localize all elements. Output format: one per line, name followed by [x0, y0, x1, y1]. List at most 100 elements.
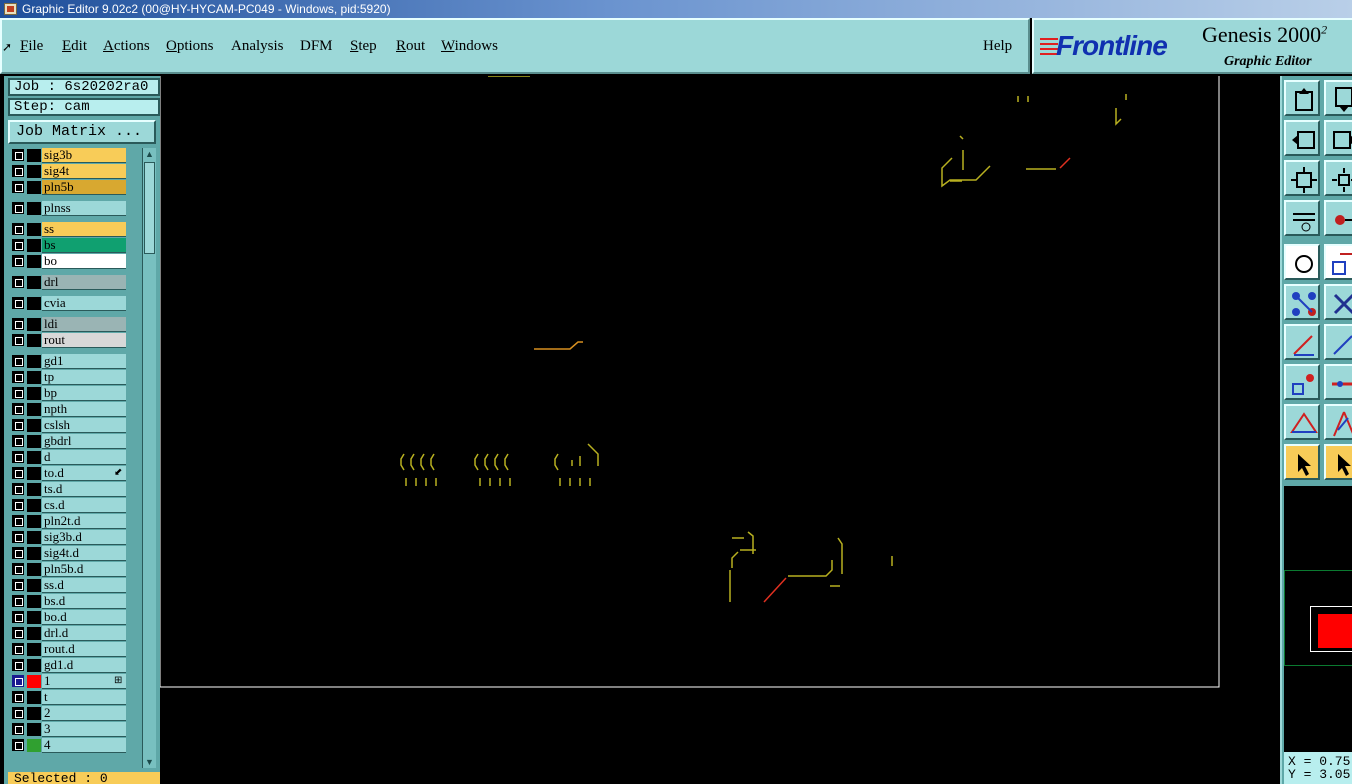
layer-name[interactable]: npth	[42, 402, 126, 417]
move-left-button[interactable]	[1284, 120, 1320, 156]
layer-checkbox[interactable]	[12, 515, 24, 527]
layer-checkbox[interactable]	[12, 387, 24, 399]
layer-row[interactable]: pln5b.d	[10, 562, 132, 577]
layer-row[interactable]: rout.d	[10, 642, 132, 657]
layer-checkbox[interactable]	[12, 181, 24, 193]
layer-name[interactable]: 3	[42, 722, 126, 737]
menu-edit[interactable]: Edit	[62, 38, 87, 55]
layer-checkbox[interactable]	[12, 223, 24, 235]
layer-row[interactable]: gbdrl	[10, 434, 132, 449]
layer-row[interactable]: bp	[10, 386, 132, 401]
layer-row[interactable]: ldi	[10, 317, 132, 332]
pad-select-button[interactable]	[1284, 244, 1320, 280]
triangle-arrow-button[interactable]	[1324, 404, 1352, 440]
layer-name[interactable]: drl	[42, 275, 126, 290]
graphic-canvas[interactable]	[160, 76, 1280, 784]
layer-row[interactable]: bs.d	[10, 594, 132, 609]
layer-row[interactable]: sig3b.d	[10, 530, 132, 545]
layer-name[interactable]: pln5b.d	[42, 562, 126, 577]
measure-button[interactable]	[1284, 200, 1320, 236]
triangle-button[interactable]	[1284, 404, 1320, 440]
menu-options[interactable]: Options	[166, 38, 214, 55]
layer-name[interactable]: pln2t.d	[42, 514, 126, 529]
layer-checkbox[interactable]	[12, 627, 24, 639]
layer-checkbox[interactable]	[12, 355, 24, 367]
layer-row[interactable]: ts.d	[10, 482, 132, 497]
layer-checkbox[interactable]	[12, 691, 24, 703]
move-right-button[interactable]	[1324, 120, 1352, 156]
line-red-button[interactable]	[1284, 324, 1320, 360]
layer-name[interactable]: gbdrl	[42, 434, 126, 449]
select-cursor-active-button[interactable]	[1324, 444, 1352, 480]
layer-checkbox[interactable]	[12, 239, 24, 251]
menu-dfm[interactable]: DFM	[300, 38, 333, 55]
layer-checkbox[interactable]	[12, 202, 24, 214]
layer-row[interactable]: npth	[10, 402, 132, 417]
layer-checkbox[interactable]	[12, 371, 24, 383]
layer-row[interactable]: 2	[10, 706, 132, 721]
layer-row[interactable]: tp	[10, 370, 132, 385]
select-cursor-button[interactable]	[1284, 444, 1320, 480]
layer-name[interactable]: bs	[42, 238, 126, 253]
scroll-down-icon[interactable]: ▼	[144, 756, 155, 768]
layer-row[interactable]: sig4t	[10, 164, 132, 179]
layer-name[interactable]: cvia	[42, 296, 126, 311]
layer-name[interactable]: plnss	[42, 201, 126, 216]
layer-name[interactable]: gd1	[42, 354, 126, 369]
arrow-line-button[interactable]	[1324, 364, 1352, 400]
layer-checkbox[interactable]	[12, 297, 24, 309]
zoom-fit-button[interactable]	[1324, 160, 1352, 196]
layer-row[interactable]: bo	[10, 254, 132, 269]
layer-row[interactable]: 4	[10, 738, 132, 753]
layer-name[interactable]: bp	[42, 386, 126, 401]
layer-name[interactable]: d	[42, 450, 126, 465]
layer-row[interactable]: rout	[10, 333, 132, 348]
scrollbar-thumb[interactable]	[144, 162, 155, 254]
move-down-button[interactable]	[1324, 80, 1352, 116]
layer-name[interactable]: gd1.d	[42, 658, 126, 673]
layer-row[interactable]: gd1.d	[10, 658, 132, 673]
layer-checkbox[interactable]	[12, 419, 24, 431]
layer-checkbox[interactable]	[12, 334, 24, 346]
layer-checkbox[interactable]	[12, 579, 24, 591]
layer-checkbox[interactable]	[12, 563, 24, 575]
layer-row[interactable]: gd1	[10, 354, 132, 369]
layer-checkbox[interactable]	[12, 611, 24, 623]
layer-name[interactable]: rout	[42, 333, 126, 348]
layer-checkbox[interactable]	[12, 531, 24, 543]
layer-row[interactable]: cslsh	[10, 418, 132, 433]
layer-row[interactable]: sig4t.d	[10, 546, 132, 561]
layer-name[interactable]: sig4t.d	[42, 546, 126, 561]
layer-name[interactable]: cs.d	[42, 498, 126, 513]
layer-checkbox[interactable]	[12, 451, 24, 463]
overview-navigator[interactable]	[1284, 486, 1352, 752]
layer-checkbox[interactable]	[12, 435, 24, 447]
layer-checkbox[interactable]	[12, 739, 24, 751]
layer-row[interactable]: plnss	[10, 201, 132, 216]
menu-help[interactable]: Help	[983, 38, 1012, 55]
layer-row[interactable]: drl.d	[10, 626, 132, 641]
layer-row[interactable]: 1 ⊞	[10, 674, 132, 689]
layer-row[interactable]: 3	[10, 722, 132, 737]
layer-name[interactable]: bs.d	[42, 594, 126, 609]
cross-button[interactable]	[1324, 284, 1352, 320]
layer-checkbox[interactable]	[12, 499, 24, 511]
layer-row[interactable]: cvia	[10, 296, 132, 311]
layer-checkbox[interactable]	[12, 276, 24, 288]
layer-row[interactable]: ss.d	[10, 578, 132, 593]
layer-name[interactable]: 2	[42, 706, 126, 721]
layer-scrollbar[interactable]: ▲ ▼	[142, 148, 156, 768]
move-up-button[interactable]	[1284, 80, 1320, 116]
layer-name[interactable]: bo.d	[42, 610, 126, 625]
layer-row[interactable]: ss	[10, 222, 132, 237]
overview-view-rectangle[interactable]	[1310, 606, 1352, 652]
layer-name[interactable]: cslsh	[42, 418, 126, 433]
snap-button[interactable]	[1324, 200, 1352, 236]
layer-name[interactable]: bo	[42, 254, 126, 269]
layer-checkbox[interactable]	[12, 643, 24, 655]
pcb-drawing[interactable]	[160, 76, 1280, 784]
layer-name[interactable]: t	[42, 690, 126, 705]
layer-name[interactable]: ts.d	[42, 482, 126, 497]
layer-name[interactable]: ldi	[42, 317, 126, 332]
layer-row[interactable]: cs.d	[10, 498, 132, 513]
